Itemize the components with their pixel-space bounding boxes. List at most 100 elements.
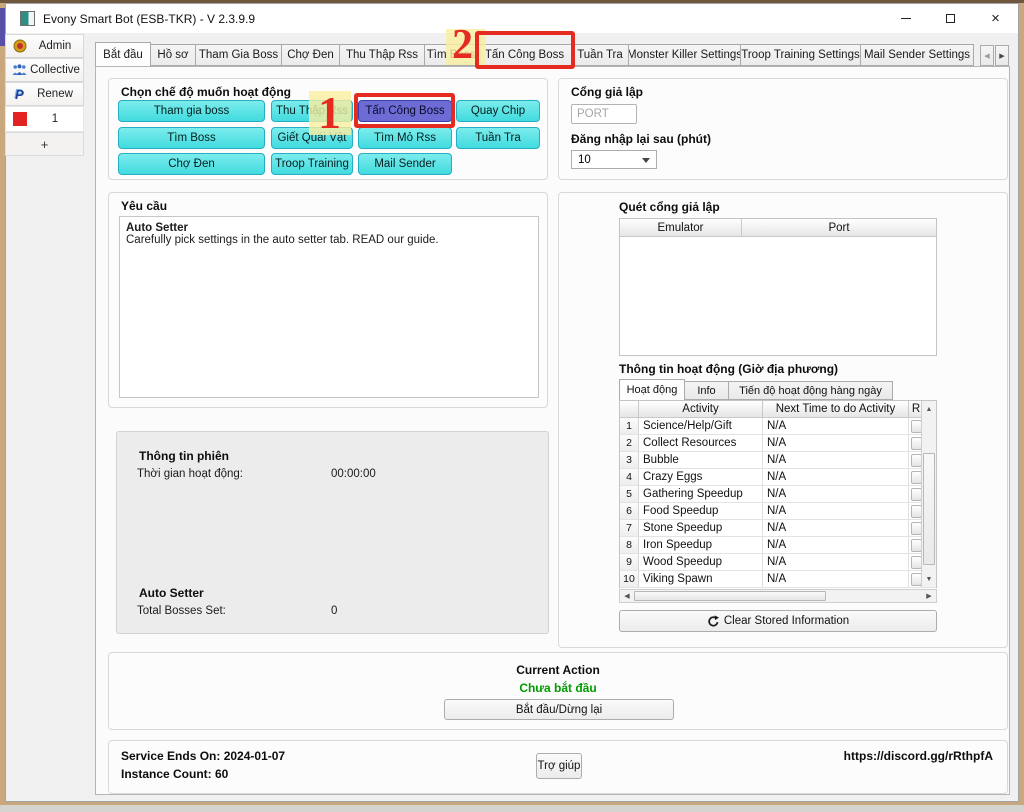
tab-thu-thap-rss[interactable]: Thu Thập Rss — [340, 44, 425, 66]
mode-button-quay-chip[interactable]: Quay Chip — [456, 100, 540, 122]
tab-cho-den[interactable]: Chợ Đen — [282, 44, 340, 66]
session-panel: Thông tin phiên Thời gian hoạt động: 00:… — [116, 431, 549, 634]
scroll-left-button[interactable]: ◀ — [620, 590, 634, 602]
run-button[interactable] — [911, 454, 922, 467]
run-button[interactable] — [911, 505, 922, 518]
activity-row: 7Stone SpeedupN/A — [620, 520, 936, 537]
tab-troop-training-settings[interactable]: Troop Training Settings — [741, 44, 861, 66]
activity-next-time: N/A — [763, 520, 909, 536]
mode-button-troop-training[interactable]: Troop Training — [271, 153, 353, 175]
row-number: 10 — [620, 571, 639, 587]
scan-heading: Quét cổng giả lập — [619, 200, 720, 214]
run-button[interactable] — [911, 539, 922, 552]
start-stop-label: Bắt đầu/Dừng lại — [516, 704, 602, 716]
mode-button-cho-den[interactable]: Chợ Đen — [118, 153, 265, 175]
vertical-scroll-thumb[interactable] — [923, 453, 935, 565]
mode-button-mail-sender[interactable]: Mail Sender — [358, 153, 452, 175]
mode-button-tuan-tra[interactable]: Tuần Tra — [456, 127, 540, 149]
sidebar-item-collective[interactable]: Collective — [5, 58, 84, 82]
activity-name: Wood Speedup — [639, 554, 763, 570]
port-heading: Cổng giả lập — [571, 85, 643, 99]
mode-button-label: Tìm Boss — [167, 132, 216, 144]
tab-scroll-left-button[interactable]: ◀ — [980, 45, 994, 66]
horizontal-scroll-thumb[interactable] — [634, 591, 826, 601]
triangle-right-icon: ▶ — [926, 592, 931, 600]
frame-bottom-strip — [0, 805, 1024, 812]
add-account-label: + — [41, 137, 49, 152]
scan-activity-group: Quét cổng giả lập Emulator Port Thông ti… — [558, 192, 1008, 648]
tab-label: Chợ Đen — [287, 49, 334, 61]
chevron-down-icon — [642, 158, 650, 163]
tab-scroll-right-button[interactable]: ▶ — [995, 45, 1009, 66]
mode-button-tim-boss[interactable]: Tìm Boss — [118, 127, 265, 149]
port-column-header: Port — [742, 219, 936, 237]
mode-button-tham-gia-boss[interactable]: Tham gia boss — [118, 100, 265, 122]
tab-info[interactable]: Info — [685, 381, 729, 400]
sidebar-item-admin[interactable]: Admin — [5, 34, 84, 58]
run-button[interactable] — [911, 556, 922, 569]
port-input[interactable] — [571, 104, 637, 124]
clear-stored-info-label: Clear Stored Information — [724, 615, 849, 627]
relogin-label: Đăng nhập lại sau (phút) — [571, 132, 711, 146]
close-button[interactable]: × — [973, 4, 1018, 33]
activity-next-time: N/A — [763, 469, 909, 485]
start-stop-button[interactable]: Bắt đầu/Dừng lại — [444, 699, 674, 720]
discord-link: https://discord.gg/rRthpfA — [844, 749, 993, 763]
minimize-button[interactable] — [883, 4, 928, 33]
uptime-value: 00:00:00 — [331, 468, 376, 480]
current-action-status: Chưa bắt đầu — [109, 681, 1007, 695]
tab-hoat-dong[interactable]: Hoạt động — [619, 379, 685, 400]
tab-label: Bắt đầu — [103, 49, 143, 61]
relogin-dropdown[interactable]: 10 — [571, 150, 657, 169]
scroll-down-button[interactable]: ▼ — [922, 571, 936, 587]
tab-label: Monster Killer Settings — [629, 49, 741, 61]
sidebar-item-renew[interactable]: P Renew — [5, 82, 84, 106]
tab-tien-do-hang-ngay[interactable]: Tiến độ hoạt động hàng ngày — [729, 381, 893, 400]
requirements-heading: Yêu cầu — [121, 199, 167, 213]
port-group: Cổng giả lập Đăng nhập lại sau (phút) 10 — [558, 78, 1008, 180]
add-account-button[interactable]: + — [5, 132, 84, 156]
activity-name: Viking Spawn — [639, 571, 763, 587]
tab-label: Troop Training Settings — [741, 49, 859, 61]
run-button[interactable] — [911, 471, 922, 484]
triangle-up-icon: ▲ — [926, 406, 933, 413]
admin-crest-icon — [12, 39, 27, 54]
mode-button-tim-mo-rss[interactable]: Tìm Mỏ Rss — [358, 127, 452, 149]
scroll-up-button[interactable]: ▲ — [922, 401, 936, 417]
annotation-box-mode-button — [354, 93, 455, 128]
service-ends-label: Service Ends On: 2024-01-07 — [121, 749, 285, 763]
run-button[interactable] — [911, 437, 922, 450]
tab-ho-so[interactable]: Hồ sơ — [151, 44, 196, 66]
tab-label: Info — [697, 385, 715, 397]
tab-label: Hồ sơ — [157, 49, 188, 61]
run-button[interactable] — [911, 573, 922, 586]
maximize-icon — [946, 14, 955, 23]
sidebar-item-account-1[interactable]: 1 — [5, 106, 84, 132]
vertical-scrollbar[interactable]: ▲ ▼ — [921, 401, 936, 587]
help-label: Trợ giúp — [538, 760, 581, 772]
account-status-icon — [12, 112, 27, 127]
activity-name: Collect Resources — [639, 435, 763, 451]
run-button[interactable] — [911, 488, 922, 501]
sidebar-item-label: Renew — [27, 88, 83, 100]
activity-name: Crazy Eggs — [639, 469, 763, 485]
run-button[interactable] — [911, 522, 922, 535]
tab-monster-killer-settings[interactable]: Monster Killer Settings — [629, 44, 741, 66]
tab-mail-sender-settings[interactable]: Mail Sender Settings — [861, 44, 974, 66]
maximize-button[interactable] — [928, 4, 973, 33]
triangle-down-icon: ▼ — [926, 576, 933, 583]
horizontal-scrollbar[interactable]: ◀ ▶ — [619, 589, 937, 603]
help-button[interactable]: Trợ giúp — [536, 753, 582, 779]
annotation-box-tab — [475, 31, 575, 69]
emulator-column-header: Emulator — [620, 219, 742, 237]
activity-next-time: N/A — [763, 571, 909, 587]
close-icon: × — [991, 11, 1000, 26]
tab-tham-gia-boss[interactable]: Tham Gia Boss — [196, 44, 282, 66]
auto-setter-heading: Auto Setter — [139, 586, 204, 600]
tab-tuan-tra[interactable]: Tuần Tra — [572, 44, 629, 66]
scroll-right-button[interactable]: ▶ — [922, 590, 936, 602]
run-button[interactable] — [911, 420, 922, 433]
clear-stored-info-button[interactable]: Clear Stored Information — [619, 610, 937, 632]
tab-bat-dau[interactable]: Bắt đầu — [95, 42, 151, 66]
row-number: 2 — [620, 435, 639, 451]
